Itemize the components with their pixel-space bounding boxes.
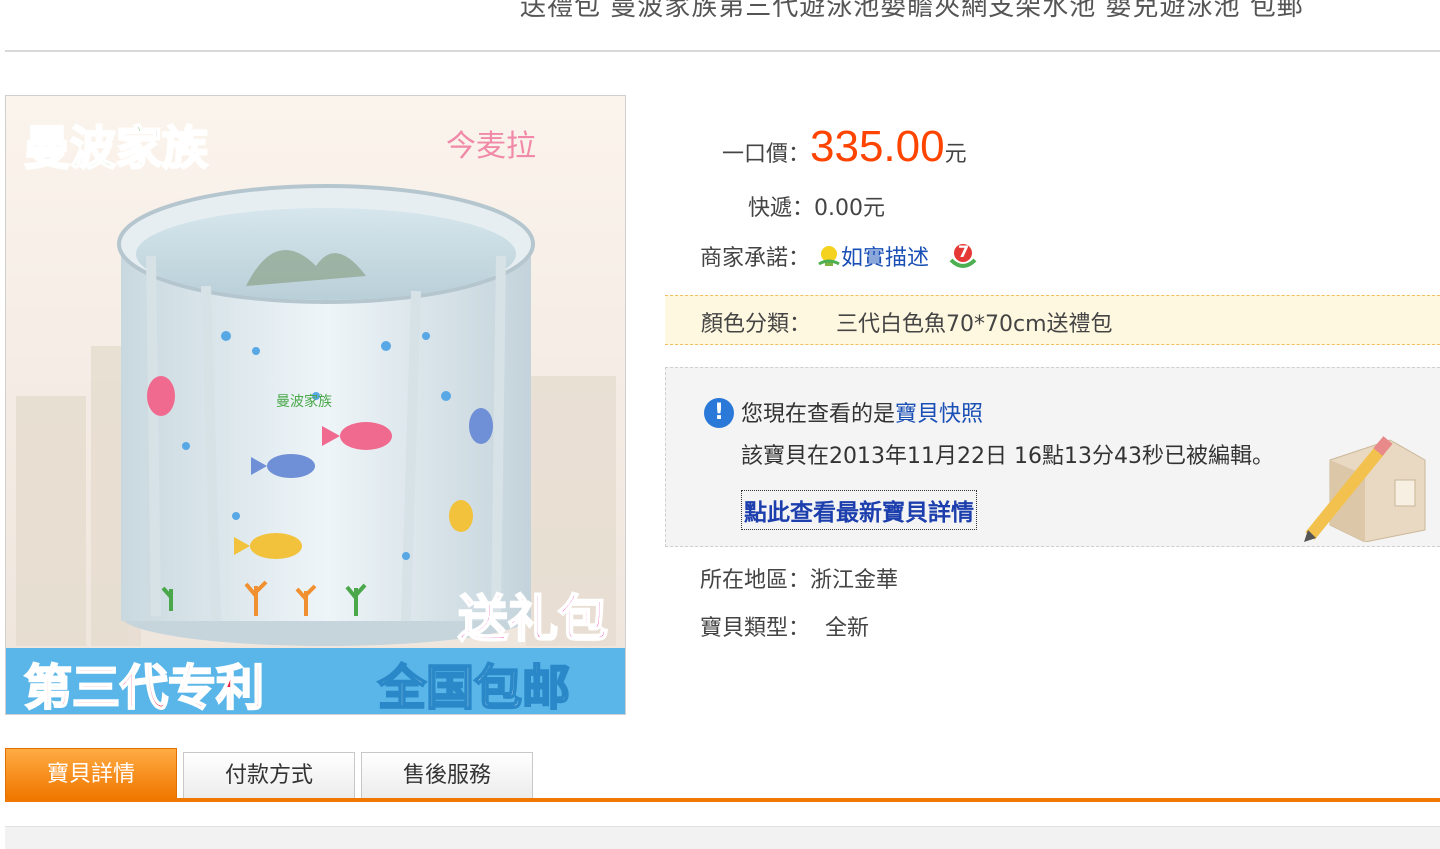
snapshot-notice: ! 您現在查看的是寶貝快照 該寶貝在2013年11月22日 16點13分43秒已… [665, 367, 1440, 547]
price-value: 335.00 [810, 122, 945, 171]
shipping-label: 快遞： [748, 196, 815, 221]
view-latest-link[interactable]: 點此查看最新寶貝詳情 [741, 490, 977, 530]
snapshot-prefix: 您現在查看的是 [741, 402, 896, 427]
info-icon: ! [704, 398, 734, 428]
tab-underline [5, 798, 1440, 802]
tab-after-sales[interactable]: 售後服務 [361, 752, 533, 798]
lightbulb-icon [817, 244, 841, 270]
gift-text: 送礼包 [458, 590, 608, 648]
tab-payment[interactable]: 付款方式 [183, 752, 355, 798]
color-label: 顏色分類： [701, 312, 812, 337]
seven-day-return-icon: 7 [948, 242, 978, 272]
tab-item-details[interactable]: 寶貝詳情 [5, 748, 177, 798]
price-label: 一口價： [722, 142, 811, 167]
location-row: 所在地區：浙江金華 [700, 562, 898, 594]
promise-row: 商家承諾： 如實描述 7 [700, 240, 978, 272]
item-type-label: 寶貝類型： [700, 616, 811, 641]
item-type-value: 全新 [825, 616, 870, 641]
content-strip [5, 826, 1440, 849]
snapshot-link[interactable]: 寶貝快照 [895, 402, 983, 427]
pool-print-text: 曼波家族 [276, 393, 332, 410]
color-option-bar: 顏色分類： 三代白色魚70*70cm送禮包 [665, 295, 1440, 345]
item-type-row: 寶貝類型： 全新 [700, 610, 869, 642]
product-image[interactable]: 曼波家族 今麦拉 曼波家族 送礼包 第三代专利 全国包邮 [5, 95, 626, 715]
promise-label: 商家承諾： [700, 246, 811, 271]
as-described-link[interactable]: 如實描述 [841, 246, 929, 271]
location-value: 浙江金華 [810, 568, 899, 593]
shipping-row: 快遞：0.00元 [748, 190, 885, 222]
page-title: 送禮包 曼波家族第三代遊泳池嬰瞻夾網支架水池 嬰兒遊泳池 包郵 [520, 0, 1304, 20]
price-row: 一口價：335.00元 [722, 122, 967, 172]
seven-day-badge: 7 [958, 242, 970, 261]
seller-logo-text: 今麦拉 [446, 129, 536, 164]
patent-text: 第三代专利 [24, 660, 264, 715]
box-pencil-icon [1304, 436, 1426, 542]
divider [5, 50, 1440, 52]
shipping-value: 0.00元 [814, 196, 886, 221]
free-shipping-text: 全国包邮 [377, 660, 570, 715]
price-unit: 元 [944, 142, 967, 167]
snapshot-edited-text: 該寶貝在2013年11月22日 16點13分43秒已被編輯。 [741, 444, 1274, 469]
color-value[interactable]: 三代白色魚70*70cm送禮包 [836, 312, 1113, 337]
snapshot-line1: 您現在查看的是寶貝快照 [741, 396, 983, 428]
location-label: 所在地區： [700, 568, 811, 593]
brand-logo-text: 曼波家族 [24, 121, 208, 175]
